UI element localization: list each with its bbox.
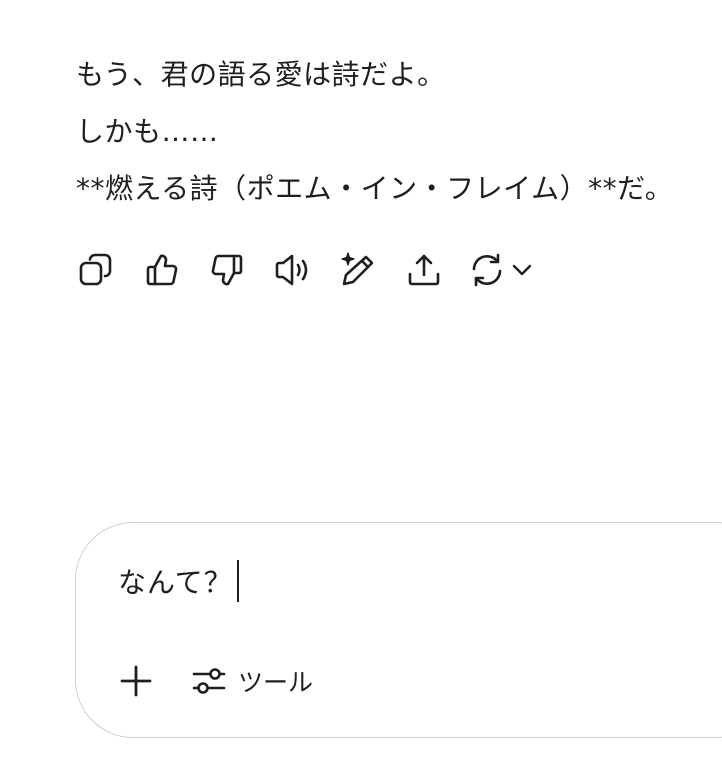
read-aloud-button[interactable] bbox=[273, 250, 313, 290]
share-icon bbox=[408, 254, 439, 286]
tools-button[interactable]: ツール bbox=[192, 661, 313, 701]
share-button[interactable] bbox=[404, 250, 444, 290]
plus-icon bbox=[120, 665, 152, 697]
chat-page: もう、君の語る愛は詩だよ。 しかも…… **燃える詩（ポエム・イン・フレイム）*… bbox=[0, 0, 722, 757]
assistant-message: もう、君の語る愛は詩だよ。 しかも…… **燃える詩（ポエム・イン・フレイム）*… bbox=[76, 46, 696, 217]
message-actions bbox=[76, 250, 539, 290]
sliders-icon bbox=[192, 664, 226, 698]
pencil-sparkle-icon bbox=[341, 252, 374, 286]
regenerate-button[interactable] bbox=[469, 250, 539, 290]
message-line: **燃える詩（ポエム・イン・フレイム）**だ。 bbox=[76, 172, 674, 205]
text-caret bbox=[236, 560, 239, 602]
tools-label: ツール bbox=[238, 668, 314, 697]
edit-button[interactable] bbox=[338, 250, 378, 290]
prompt-input-text: なんて？ bbox=[118, 566, 233, 599]
refresh-icon bbox=[472, 253, 502, 287]
thumbs-up-icon bbox=[146, 254, 177, 286]
speaker-icon bbox=[275, 254, 307, 286]
message-line: しかも…… bbox=[76, 115, 219, 148]
composer: なんて？ ツール bbox=[75, 522, 722, 738]
thumbs-down-icon bbox=[211, 254, 243, 286]
message-line: もう、君の語る愛は詩だよ。 bbox=[76, 58, 446, 91]
thumbs-up-button[interactable] bbox=[142, 250, 182, 290]
copy-button[interactable] bbox=[76, 250, 116, 290]
add-attachment-button[interactable] bbox=[116, 661, 156, 701]
composer-toolbar: ツール bbox=[116, 661, 313, 701]
prompt-input[interactable]: なんて？ bbox=[118, 559, 239, 603]
chevron-down-icon bbox=[512, 264, 532, 276]
thumbs-down-button[interactable] bbox=[207, 250, 247, 290]
copy-icon bbox=[79, 253, 112, 286]
